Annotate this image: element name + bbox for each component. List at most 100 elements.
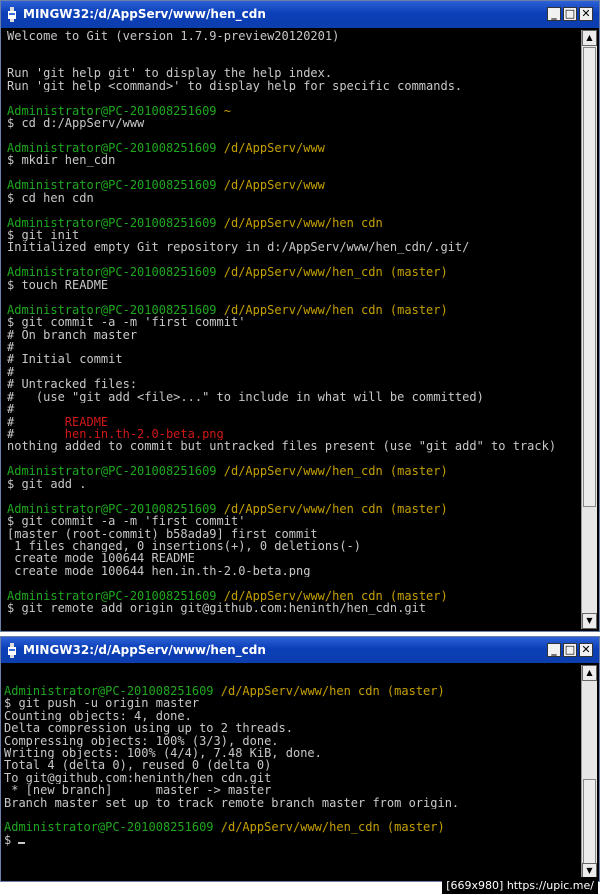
minimize-button[interactable]: _ <box>547 7 561 21</box>
terminal-text: /d/AppServ/www/hen_cdn (master) <box>220 821 445 834</box>
terminal-line: Administrator@PC-201008251609 /d/AppServ… <box>7 266 577 278</box>
terminal-line: $ git push -u origin master <box>4 697 577 709</box>
terminal-text: /d/AppServ/www/hen_cdn (master) <box>223 589 448 603</box>
terminal-line: $ git init <box>7 229 577 241</box>
scroll-up-button[interactable]: ▲ <box>582 30 597 46</box>
terminal-line: $ cd hen_cdn <box>7 192 577 204</box>
terminal-text: $ git add . <box>7 477 87 491</box>
terminal-text: /d/AppServ/www/hen_cdn (master) <box>223 465 448 478</box>
terminal-line: $ git remote add origin git@github.com:h… <box>7 602 577 614</box>
terminal-line: Delta compression using up to 2 threads. <box>4 722 577 734</box>
terminal-text: Run 'git help <command>' to display help… <box>7 79 463 93</box>
terminal-text: nothing added to commit but untracked fi… <box>7 440 557 453</box>
terminal-text: Administrator@PC-201008251609 <box>7 141 224 155</box>
vertical-scrollbar[interactable]: ▲ ▼ <box>581 665 597 879</box>
terminal-window-top[interactable]: MINGW32:/d/AppServ/www/hen_cdn _ □ ✕ Wel… <box>0 0 600 632</box>
terminal-text: create mode 100644 README <box>7 552 195 565</box>
terminal-line: Run 'git help <command>' to display help… <box>7 80 577 92</box>
terminal-line: # Untracked files: <box>7 378 577 390</box>
terminal-text: Administrator@PC-201008251609 <box>7 104 224 118</box>
terminal-text: # On branch master <box>7 328 138 341</box>
terminal-text: /d/AppServ/www <box>223 141 325 155</box>
title-bar[interactable]: MINGW32:/d/AppServ/www/hen_cdn _ □ ✕ <box>1 637 599 663</box>
terminal-text: Total 4 (delta 0), reused 0 (delta 0) <box>4 759 272 772</box>
close-button[interactable]: ✕ <box>579 643 593 657</box>
terminal-text: Administrator@PC-201008251609 <box>7 465 224 478</box>
terminal-text: * [new branch] master -> master <box>4 784 272 797</box>
terminal-line: 1 files changed, 0 insertions(+), 0 dele… <box>7 540 577 552</box>
terminal-line: $ touch README <box>7 279 577 291</box>
terminal-line: # On branch master <box>7 329 577 341</box>
terminal-text: Counting objects: 4, done. <box>4 709 192 723</box>
terminal-window-bottom[interactable]: MINGW32:/d/AppServ/www/hen_cdn _ □ ✕ Adm… <box>0 636 600 882</box>
terminal-line: create mode 100644 README <box>7 552 577 564</box>
maximize-button[interactable]: □ <box>563 643 577 657</box>
scroll-thumb[interactable] <box>583 47 596 507</box>
terminal-text: Administrator@PC-201008251609 <box>4 685 221 698</box>
terminal-line: create mode 100644 hen.in.th-2.0-beta.pn… <box>7 565 577 577</box>
terminal-text: # <box>7 340 15 354</box>
terminal-text: create mode 100644 hen.in.th-2.0-beta.pn… <box>7 564 311 578</box>
terminal-line: # Initial commit <box>7 353 577 365</box>
maximize-button[interactable]: □ <box>563 7 577 21</box>
terminal-line: $ <box>4 834 577 846</box>
terminal-text: # <box>7 428 65 441</box>
terminal-text: Initialized empty Git repository in d:/A… <box>7 241 470 254</box>
terminal-text: /d/AppServ/www/hen_cdn (master) <box>223 303 448 317</box>
close-button[interactable]: ✕ <box>579 7 593 21</box>
terminal-line: $ git commit -a -m 'first commit' <box>7 515 577 527</box>
terminal-text: $ git init <box>7 229 80 242</box>
terminal-line: $ cd d:/AppServ/www <box>7 117 577 129</box>
mingw-app-icon <box>8 643 16 658</box>
scroll-thumb[interactable] <box>583 779 596 874</box>
terminal-text: Administrator@PC-201008251609 <box>7 303 224 317</box>
terminal-text: # Initial commit <box>7 353 123 366</box>
vertical-scrollbar[interactable]: ▲ ▼ <box>581 30 597 629</box>
terminal-text: /d/AppServ/www/hen_cdn (master) <box>223 502 448 516</box>
terminal-text: ~ <box>223 104 231 118</box>
terminal-line: # (use "git add <file>..." to include in… <box>7 391 577 403</box>
terminal-line: Administrator@PC-201008251609 /d/AppServ… <box>7 179 577 191</box>
terminal-line: Administrator@PC-201008251609 /d/AppServ… <box>7 503 577 515</box>
window-title: MINGW32:/d/AppServ/www/hen_cdn <box>23 7 266 21</box>
terminal-line: Run 'git help git' to display the help i… <box>7 67 577 79</box>
terminal-text: $ cd hen_cdn <box>7 191 94 205</box>
terminal-text: /d/AppServ/www/hen_cdn <box>223 216 383 229</box>
terminal-line: # <box>7 366 577 378</box>
terminal-text: $ git remote add origin git@github.com:h… <box>7 602 427 615</box>
terminal-line: nothing added to commit but untracked fi… <box>7 440 577 452</box>
scroll-up-button[interactable]: ▲ <box>582 665 597 681</box>
terminal-line: Administrator@PC-201008251609 /d/AppServ… <box>4 821 577 833</box>
upic-watermark: [669x980] https://upic.me/ <box>442 877 598 894</box>
terminal-line: * [new branch] master -> master <box>4 784 577 796</box>
terminal-text: /d/AppServ/www/hen_cdn (master) <box>223 266 448 279</box>
scroll-down-button[interactable]: ▼ <box>582 613 597 629</box>
terminal-text: # Untracked files: <box>7 378 138 391</box>
terminal-output[interactable]: Administrator@PC-201008251609 /d/AppServ… <box>4 685 577 879</box>
terminal-line: Administrator@PC-201008251609 /d/AppServ… <box>4 685 577 697</box>
terminal-text: 1 files changed, 0 insertions(+), 0 dele… <box>7 539 362 553</box>
terminal-text: [master (root-commit) b58ada9] first com… <box>7 527 318 540</box>
terminal-line: $ mkdir hen_cdn <box>7 154 577 166</box>
terminal-text: $ mkdir hen_cdn <box>7 154 116 167</box>
terminal-text: /d/AppServ/www <box>223 179 325 192</box>
terminal-line: Administrator@PC-201008251609 ~ <box>7 105 577 117</box>
terminal-text: Administrator@PC-201008251609 <box>7 589 224 603</box>
terminal-text: # <box>7 403 15 416</box>
terminal-text: # (use "git add <file>..." to include in… <box>7 390 484 404</box>
terminal-text: Run 'git help git' to display the help i… <box>7 67 333 80</box>
terminal-text: Welcome to Git (version 1.7.9-preview201… <box>7 30 340 43</box>
minimize-button[interactable]: _ <box>547 643 561 657</box>
title-bar[interactable]: MINGW32:/d/AppServ/www/hen_cdn _ □ ✕ <box>1 1 599 28</box>
terminal-text: Delta compression using up to 2 threads. <box>4 722 293 735</box>
terminal-output[interactable]: Welcome to Git (version 1.7.9-preview201… <box>7 30 577 629</box>
terminal-line: Branch master set up to track remote bra… <box>4 797 577 809</box>
terminal-text: # <box>7 365 15 379</box>
